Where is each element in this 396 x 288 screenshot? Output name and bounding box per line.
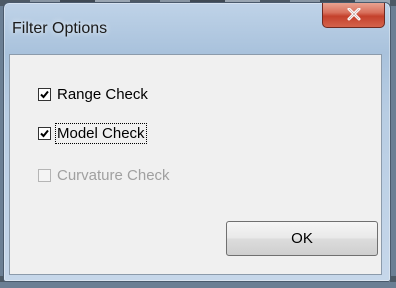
checkbox-box[interactable] bbox=[38, 126, 51, 140]
range-check-label[interactable]: Range Check bbox=[57, 86, 148, 103]
checkmark-icon bbox=[40, 90, 49, 98]
range-check-checkbox[interactable]: Range Check bbox=[38, 85, 148, 103]
close-icon bbox=[347, 8, 361, 21]
model-check-label[interactable]: Model Check bbox=[55, 122, 147, 144]
ok-button[interactable]: OK bbox=[226, 221, 378, 256]
dialog-body: Range Check Model Check Curvature Check … bbox=[9, 54, 382, 275]
desktop-background: Filter Options Range Check Model Check C… bbox=[0, 0, 396, 288]
filter-options-dialog: Filter Options Range Check Model Check C… bbox=[3, 2, 391, 282]
checkbox-box[interactable] bbox=[38, 87, 51, 101]
model-check-checkbox[interactable]: Model Check bbox=[38, 122, 147, 144]
window-title: Filter Options bbox=[12, 20, 108, 37]
curvature-check-label[interactable]: Curvature Check bbox=[57, 167, 170, 184]
curvature-check-checkbox[interactable]: Curvature Check bbox=[38, 166, 170, 184]
checkmark-icon bbox=[40, 129, 49, 137]
close-button[interactable] bbox=[322, 3, 385, 28]
checkbox-box[interactable] bbox=[38, 168, 51, 182]
